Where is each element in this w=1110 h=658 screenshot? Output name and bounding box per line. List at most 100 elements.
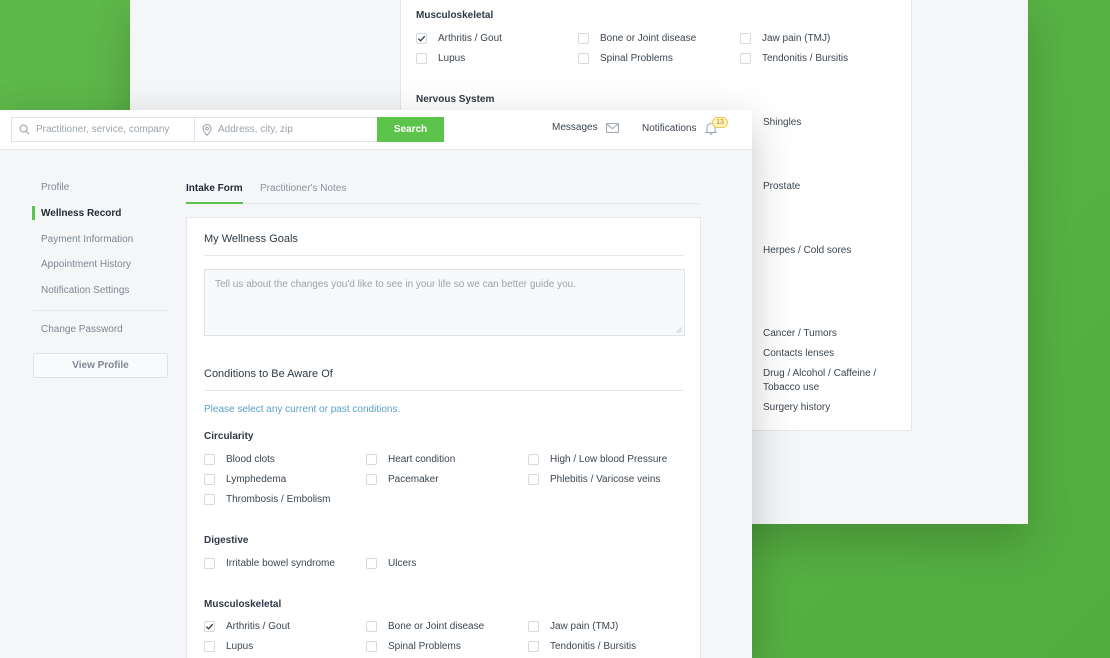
location-placeholder: Address, city, zip <box>218 124 293 135</box>
condition-checkbox[interactable]: Phlebitis / Varicose veins <box>528 474 660 485</box>
checkbox-label: Phlebitis / Varicose veins <box>550 474 661 485</box>
checkbox-label: Jaw pain (TMJ) <box>762 33 831 44</box>
back-condition-label: Drug / Alcohol / Caffeine / Tobacco use <box>763 368 877 393</box>
checkbox-icon <box>204 641 215 652</box>
checkbox-label: Spinal Problems <box>388 641 461 652</box>
envelope-icon <box>605 122 619 133</box>
checkbox-icon <box>578 33 589 44</box>
condition-checkbox[interactable]: Thrombosis / Embolism <box>204 494 330 505</box>
checkbox-icon <box>740 53 751 64</box>
condition-checkbox[interactable]: Lymphedema <box>204 474 286 485</box>
messages-label: Messages <box>552 122 598 133</box>
back-condition-label: Prostate <box>763 181 801 192</box>
section-divider <box>204 255 684 256</box>
practitioner-search-input[interactable]: Practitioner, service, company <box>11 117 195 142</box>
condition-checkbox[interactable]: Irritable bowel syndrome <box>204 558 335 569</box>
back-condition-checkbox[interactable]: Bone or Joint disease <box>578 33 696 44</box>
sidebar-item-appointment-history[interactable]: Appointment History <box>41 259 131 270</box>
condition-checkbox[interactable]: Heart condition <box>366 454 455 465</box>
textarea-placeholder: Tell us about the changes you'd like to … <box>215 279 577 290</box>
group-title-digestive: Digestive <box>204 535 249 546</box>
sidebar-item-payment-information[interactable]: Payment Information <box>41 234 133 245</box>
checkbox-label: Ulcers <box>388 558 417 569</box>
condition-checkbox[interactable]: Blood clots <box>204 454 275 465</box>
checkbox-label: Bone or Joint disease <box>388 621 485 632</box>
condition-checkbox[interactable]: High / Low blood Pressure <box>528 454 667 465</box>
checkbox-label: Arthritis / Gout <box>226 621 290 632</box>
back-condition-checkbox[interactable]: Arthritis / Gout <box>416 33 502 44</box>
back-condition-label: Surgery history <box>763 402 831 413</box>
search-button[interactable]: Search <box>377 117 444 142</box>
location-search-input[interactable]: Address, city, zip <box>194 117 378 142</box>
checkbox-icon <box>366 454 377 465</box>
checkbox-icon <box>528 621 539 632</box>
tab-divider <box>186 203 700 204</box>
condition-checkbox[interactable]: Spinal Problems <box>366 641 461 652</box>
conditions-title: Conditions to Be Aware Of <box>204 368 333 380</box>
notification-count-badge: 13 <box>712 117 728 128</box>
top-bar: Practitioner, service, company Address, … <box>0 110 752 150</box>
checkbox-icon <box>528 454 539 465</box>
search-icon <box>19 124 30 135</box>
tab-practitioners-notes[interactable]: Practitioner's Notes <box>260 183 346 194</box>
checkbox-label: Blood clots <box>226 454 275 465</box>
wellness-goals-textarea[interactable]: Tell us about the changes you'd like to … <box>204 269 685 336</box>
checkbox-icon <box>416 33 427 44</box>
checkbox-icon <box>366 621 377 632</box>
checkbox-label: High / Low blood Pressure <box>550 454 668 465</box>
back-condition-checkbox[interactable]: Jaw pain (TMJ) <box>740 33 830 44</box>
checkbox-label: Tendonitis / Bursitis <box>550 641 637 652</box>
condition-checkbox[interactable]: Bone or Joint disease <box>366 621 484 632</box>
checkbox-label: Lupus <box>438 53 466 64</box>
checkbox-label: Bone or Joint disease <box>600 33 697 44</box>
sidebar-item-profile[interactable]: Profile <box>41 182 69 193</box>
sidebar-item-wellness-record[interactable]: Wellness Record <box>41 208 121 219</box>
condition-checkbox[interactable]: Pacemaker <box>366 474 439 485</box>
condition-checkbox[interactable]: Tendonitis / Bursitis <box>528 641 636 652</box>
sidebar-divider <box>33 310 168 311</box>
messages-link[interactable]: Messages <box>552 122 619 133</box>
notifications-link[interactable]: Notifications <box>642 122 718 135</box>
back-condition-checkbox[interactable]: Lupus <box>416 53 465 64</box>
checkbox-label: Lupus <box>226 641 254 652</box>
checkbox-label: Thrombosis / Embolism <box>226 494 331 505</box>
checkbox-checked-icon <box>204 621 215 632</box>
condition-checkbox[interactable]: Jaw pain (TMJ) <box>528 621 618 632</box>
back-musculoskeletal-title: Musculoskeletal <box>416 10 494 21</box>
checkbox-icon <box>528 641 539 652</box>
checkbox-icon <box>366 474 377 485</box>
sidebar-active-indicator <box>32 206 35 220</box>
tab-intake-form[interactable]: Intake Form <box>186 183 243 194</box>
checkbox-label: Irritable bowel syndrome <box>226 558 335 569</box>
checkbox-icon <box>366 641 377 652</box>
checkbox-icon <box>204 474 215 485</box>
view-profile-button[interactable]: View Profile <box>33 353 168 378</box>
checkbox-icon <box>366 558 377 569</box>
back-nervous-title: Nervous System <box>416 94 495 105</box>
condition-checkbox[interactable]: Lupus <box>204 641 253 652</box>
checkbox-label: Spinal Problems <box>600 53 673 64</box>
resize-handle-icon[interactable] <box>676 327 682 333</box>
checkbox-icon <box>740 33 751 44</box>
condition-checkbox[interactable]: Arthritis / Gout <box>204 621 290 632</box>
back-condition-label: Herpes / Cold sores <box>763 245 852 256</box>
sidebar-item-change-password[interactable]: Change Password <box>41 324 123 335</box>
main-window: Practitioner, service, company Address, … <box>0 110 752 658</box>
wellness-goals-title: My Wellness Goals <box>204 233 298 245</box>
sidebar-item-notification-settings[interactable]: Notification Settings <box>41 285 129 296</box>
checkbox-label: Arthritis / Gout <box>438 33 502 44</box>
back-condition-checkbox[interactable]: Tendonitis / Bursitis <box>740 53 848 64</box>
checkbox-icon <box>204 454 215 465</box>
group-title-circularity: Circularity <box>204 431 254 442</box>
checkbox-label: Jaw pain (TMJ) <box>550 621 619 632</box>
checkbox-label: Heart condition <box>388 454 456 465</box>
back-condition-checkbox[interactable]: Spinal Problems <box>578 53 673 64</box>
checkbox-icon <box>578 53 589 64</box>
notifications-label: Notifications <box>642 123 697 134</box>
location-pin-icon <box>202 123 212 136</box>
checkbox-icon <box>204 558 215 569</box>
group-title-musculoskeletal: Musculoskeletal <box>204 599 282 610</box>
active-tab-underline <box>186 202 243 204</box>
condition-checkbox[interactable]: Ulcers <box>366 558 416 569</box>
back-condition-label: Cancer / Tumors <box>763 328 837 339</box>
